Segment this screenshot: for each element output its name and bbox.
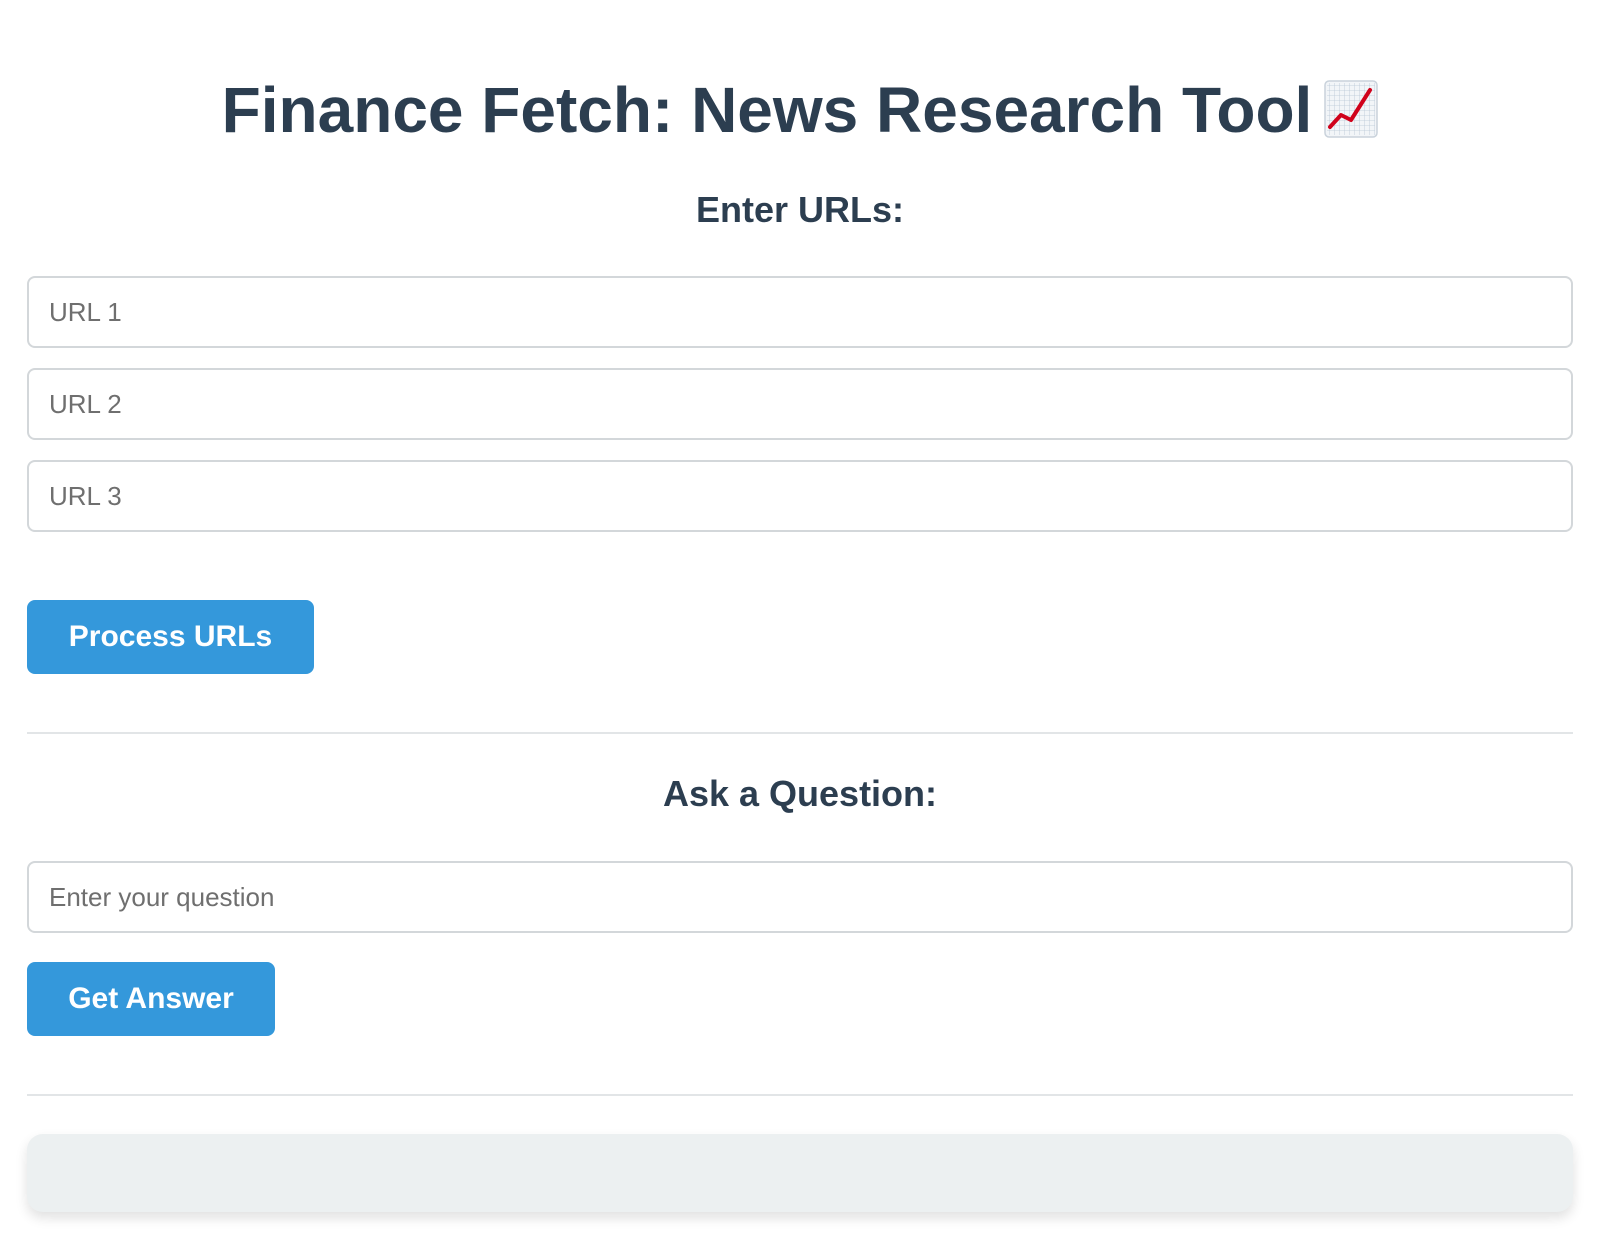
enter-urls-heading: Enter URLs: [695, 189, 905, 230]
get-answer-button[interactable]: Get Answer [27, 962, 275, 1036]
ask-question-heading: Ask a Question: [662, 773, 938, 814]
answer-result-box [27, 1134, 1573, 1212]
process-urls-button[interactable]: Process URLs [27, 600, 314, 674]
question-input[interactable] [27, 861, 1573, 933]
page-title-text: Finance Fetch: News Research Tool [221, 74, 1313, 146]
divider [27, 732, 1573, 734]
chart-increasing-icon [1324, 78, 1379, 138]
divider [27, 1094, 1573, 1096]
url-3-input[interactable] [27, 460, 1573, 532]
page: Finance Fetch: News Research Tool Enter … [0, 0, 1600, 1234]
url-1-input[interactable] [27, 276, 1573, 348]
page-title: Finance Fetch: News Research Tool [0, 72, 1600, 148]
url-2-input[interactable] [27, 368, 1573, 440]
